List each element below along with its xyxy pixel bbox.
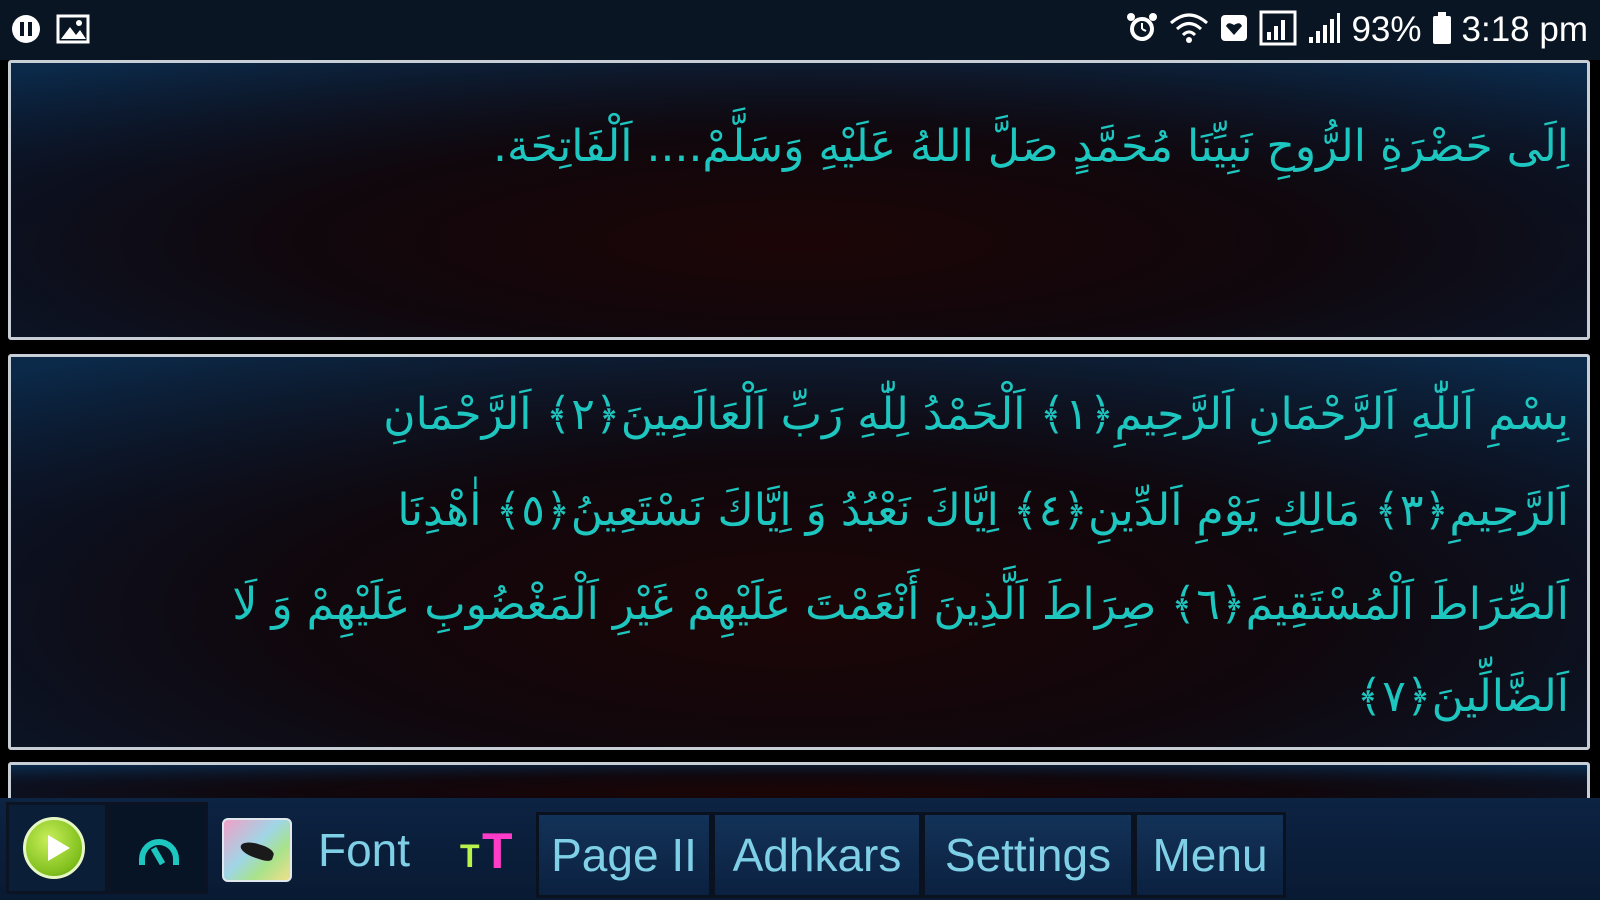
signal-box-icon (1259, 10, 1297, 50)
text-size-small-t: T (460, 838, 480, 874)
alarm-icon (1125, 11, 1159, 49)
status-bar-right: 93% 3:18 pm (1125, 6, 1588, 54)
speedometer-icon (139, 839, 179, 865)
font-button[interactable]: Font (318, 822, 410, 878)
image-icon (56, 13, 90, 49)
pause-icon (10, 13, 42, 49)
dua-text: اِلَى حَضْرَةِ الرُّوحِ نَبِيِّنَا مُحَم… (492, 121, 1569, 172)
fatiha-panel: بِسْمِ اَللّٰهِ اَلرَّحْمَانِ اَلرَّحِيم… (8, 354, 1590, 750)
verse-line: اَلضَّالِّينَ﴿٧﴾ (1356, 671, 1569, 722)
scroll-speed-button[interactable] (108, 802, 208, 894)
battery-percent: 93% (1351, 10, 1422, 49)
clock: 3:18 pm (1461, 10, 1588, 49)
app-root: 93% 3:18 pm اِلَى حَضْرَةِ الرُّوحِ نَبِ… (0, 0, 1600, 900)
text-size-icon[interactable]: T T (458, 820, 524, 880)
settings-button[interactable]: Settings (922, 812, 1134, 898)
verse-line: اَلصِّرَاطَ اَلْمُسْتَقِيمَ﴿٦﴾ صِرَاطَ ا… (232, 579, 1569, 630)
dua-panel: اِلَى حَضْرَةِ الرُّوحِ نَبِيِّنَا مُحَم… (8, 60, 1590, 340)
text-size-large-t: T (482, 823, 513, 879)
shield-icon (1219, 11, 1249, 49)
background-image-button[interactable] (222, 818, 292, 882)
page-button[interactable]: Page II (536, 812, 712, 898)
menu-button[interactable]: Menu (1134, 812, 1286, 898)
verse-line: بِسْمِ اَللّٰهِ اَلرَّحْمَانِ اَلرَّحِيم… (383, 389, 1569, 440)
play-cell (6, 802, 108, 894)
play-button[interactable] (23, 817, 85, 879)
verse-line: اَلرَّحِيمِ﴿٣﴾ مَالِكِ يَوْمِ اَلدِّينِ﴿… (397, 485, 1569, 536)
adhkars-button[interactable]: Adhkars (712, 812, 922, 898)
wifi-icon (1169, 11, 1209, 49)
signal-bars-icon (1307, 11, 1341, 49)
status-bar-left (10, 13, 90, 49)
status-bar: 93% 3:18 pm (0, 0, 1600, 60)
battery-icon (1432, 11, 1452, 49)
